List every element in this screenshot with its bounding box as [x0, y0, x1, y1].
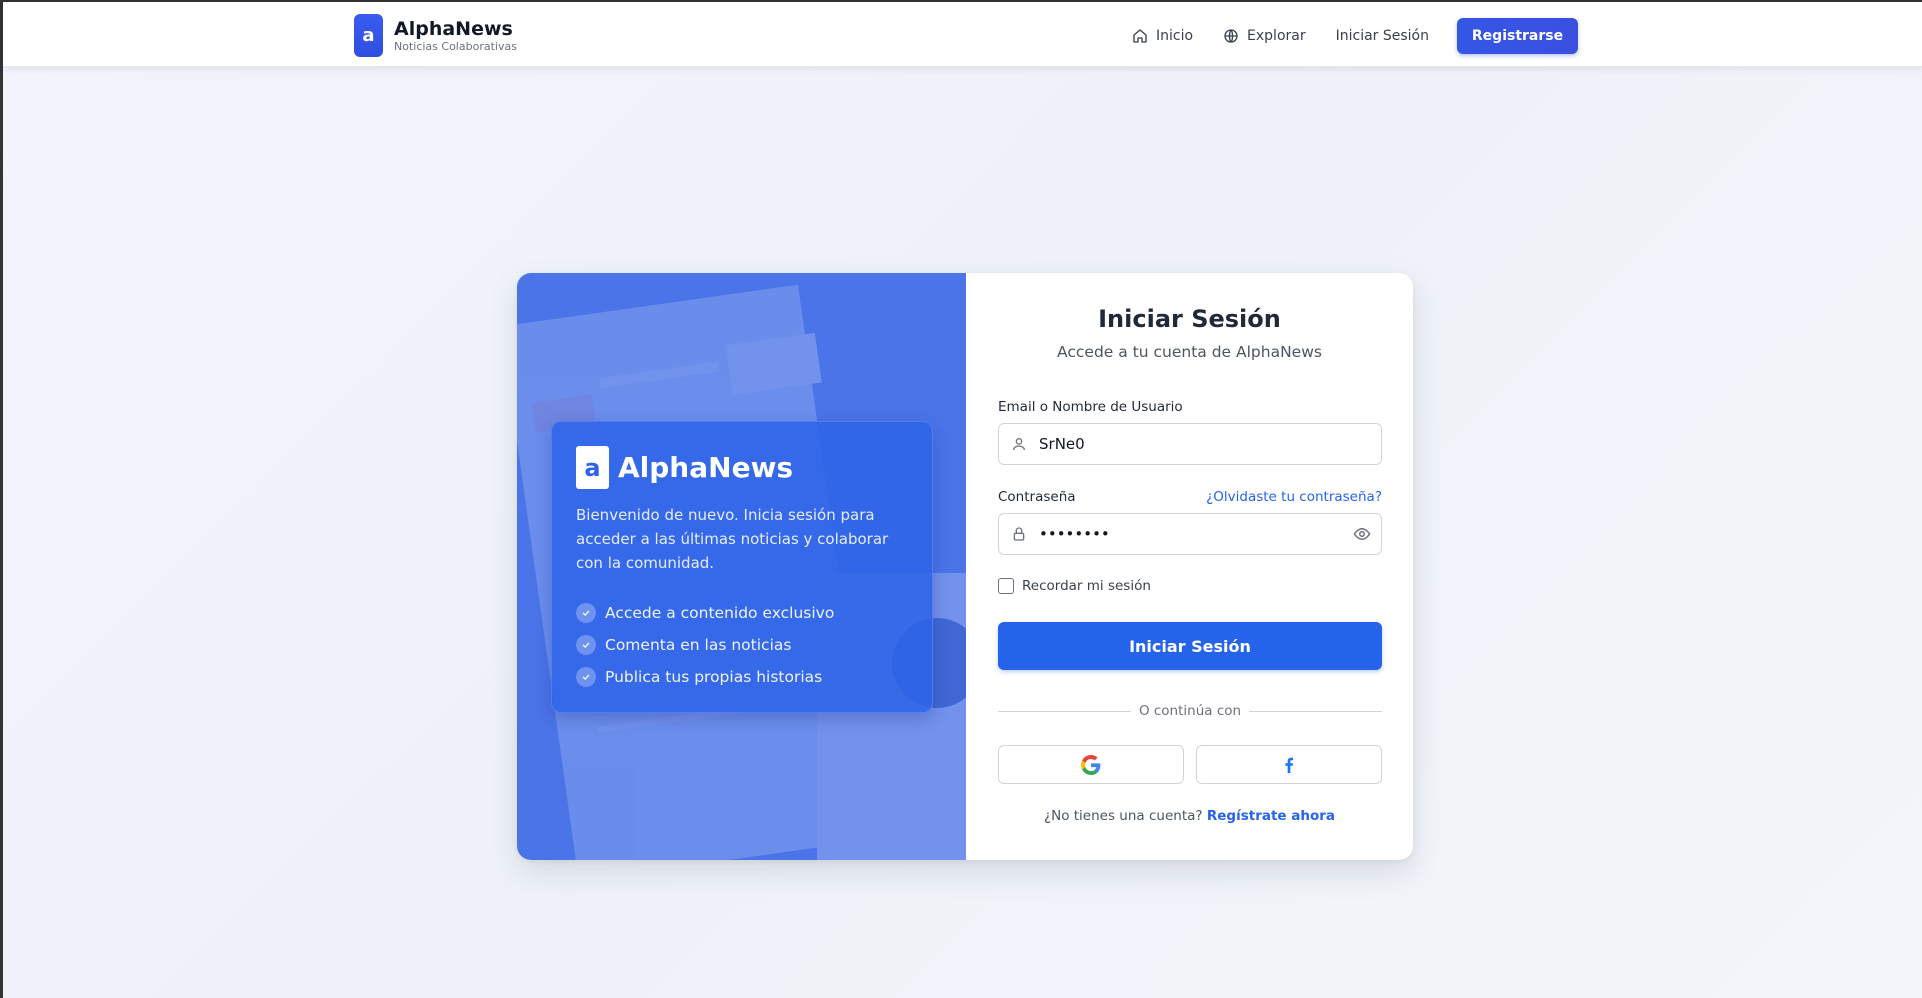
email-field[interactable]: [998, 423, 1382, 465]
facebook-login-button[interactable]: [1196, 745, 1382, 784]
brand[interactable]: a AlphaNews Noticias Colaborativas: [354, 14, 517, 57]
nav-explore[interactable]: Explorar: [1223, 28, 1306, 44]
signup-link[interactable]: Regístrate ahora: [1207, 808, 1335, 824]
feature-item: Accede a contenido exclusivo: [576, 597, 908, 629]
login-form: Iniciar Sesión Accede a tu cuenta de Alp…: [966, 273, 1413, 860]
divider-text: O continúa con: [1138, 703, 1242, 719]
brand-name: AlphaNews: [394, 18, 513, 40]
lock-icon: [999, 526, 1039, 542]
globe-icon: [1224, 29, 1238, 43]
nav-login-label: Iniciar Sesión: [1335, 28, 1429, 44]
social-divider: O continúa con: [998, 703, 1382, 719]
google-icon: [1081, 754, 1101, 775]
google-login-button[interactable]: [998, 745, 1184, 784]
remember-checkbox[interactable]: [998, 578, 1014, 594]
promo-card: a AlphaNews Bienvenido de nuevo. Inicia …: [551, 421, 933, 713]
password-input[interactable]: [1039, 525, 1339, 543]
facebook-icon: [1285, 757, 1294, 773]
user-icon: [999, 436, 1039, 452]
remember-label: Recordar mi sesión: [1022, 578, 1151, 594]
nav-home-label: Inicio: [1155, 28, 1194, 44]
feature-item: Publica tus propias historias: [576, 661, 908, 693]
email-input[interactable]: [1039, 435, 1339, 453]
promo-panel: a AlphaNews Bienvenido de nuevo. Inicia …: [517, 273, 966, 860]
eye-icon[interactable]: [1353, 525, 1371, 547]
main-nav: Inicio Explorar Iniciar Sesión Registrar…: [1102, 18, 1578, 54]
promo-logo: a: [576, 446, 609, 489]
check-circle-icon: [576, 603, 596, 623]
nav-home[interactable]: Inicio: [1132, 28, 1193, 44]
promo-brand-name: AlphaNews: [618, 451, 794, 484]
password-label: Contraseña: [998, 489, 1076, 505]
home-icon: [1133, 29, 1147, 43]
email-label: Email o Nombre de Usuario: [998, 399, 1183, 415]
login-card: a AlphaNews Bienvenido de nuevo. Inicia …: [517, 273, 1413, 860]
remember-me[interactable]: Recordar mi sesión: [998, 578, 1151, 594]
form-subtitle: Accede a tu cuenta de AlphaNews: [1057, 343, 1322, 361]
login-submit-button[interactable]: Iniciar Sesión: [998, 622, 1382, 670]
nav-explore-label: Explorar: [1247, 28, 1306, 44]
check-circle-icon: [576, 667, 596, 687]
promo-description: Bienvenido de nuevo. Inicia sesión para …: [576, 506, 889, 572]
form-title: Iniciar Sesión: [1098, 305, 1281, 333]
signup-prompt: ¿No tienes una cuenta? Regístrate ahora: [1043, 808, 1336, 824]
feature-item: Comenta en las noticias: [576, 629, 908, 661]
brand-logo: a: [354, 14, 383, 57]
top-navbar: a AlphaNews Noticias Colaborativas Inici…: [3, 2, 1922, 67]
check-circle-icon: [576, 635, 596, 655]
nav-login[interactable]: Iniciar Sesión: [1336, 28, 1429, 44]
register-button[interactable]: Registrarse: [1457, 18, 1578, 54]
feature-list: Accede a contenido exclusivo Comenta en …: [576, 597, 908, 693]
forgot-password-link[interactable]: ¿Olvidaste tu contraseña?: [1206, 489, 1382, 505]
brand-subtitle: Noticias Colaborativas: [394, 40, 517, 53]
password-field[interactable]: [998, 513, 1382, 555]
